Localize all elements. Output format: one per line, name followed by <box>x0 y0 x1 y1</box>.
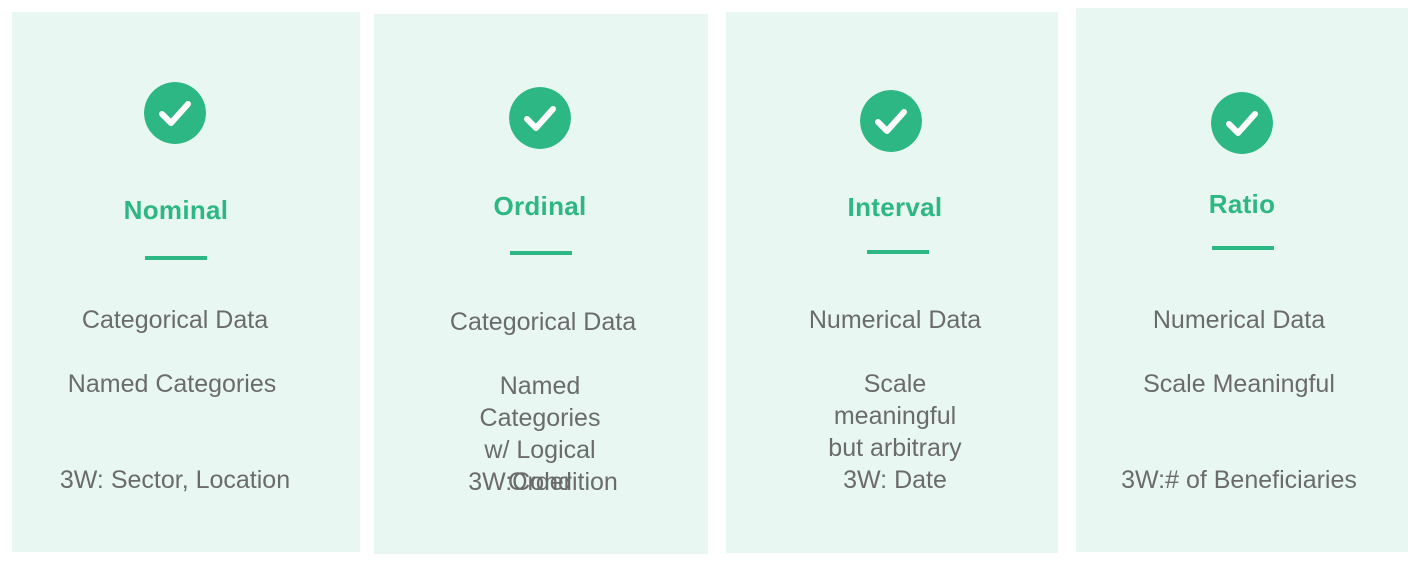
example-label: 3W: Sector, Location <box>59 466 291 494</box>
check-circle-icon <box>1211 92 1273 154</box>
description-label: Named Categories <box>67 370 277 398</box>
card-title: Ordinal <box>493 191 587 221</box>
check-circle-icon <box>509 87 571 149</box>
example-label: 3W:Condition <box>468 468 618 496</box>
card-title: Interval <box>847 192 943 222</box>
card-ordinal: Ordinal Categorical Data Named Categorie… <box>374 14 708 554</box>
data-type-label: Categorical Data <box>449 308 637 336</box>
card-interval: Interval Numerical Data Scale meaningful… <box>726 12 1058 553</box>
description-label: Scale Meaningful <box>1143 370 1335 398</box>
title-divider <box>867 250 929 254</box>
card-nominal: Nominal Categorical Data Named Categorie… <box>12 12 360 552</box>
example-label: 3W: Date <box>843 466 947 494</box>
card-title: Nominal <box>123 195 229 225</box>
data-type-label: Numerical Data <box>1152 306 1326 334</box>
check-circle-icon <box>860 90 922 152</box>
card-title: Ratio <box>1208 189 1276 219</box>
title-divider <box>1212 246 1274 250</box>
title-divider <box>145 256 207 260</box>
title-divider <box>510 251 572 255</box>
data-type-label: Numerical Data <box>808 306 982 334</box>
description-label: Scale meaningful but arbitrary <box>828 370 962 462</box>
check-circle-icon <box>144 82 206 144</box>
data-type-label: Categorical Data <box>81 306 269 334</box>
example-label: 3W:# of Beneficiaries <box>1121 466 1357 494</box>
card-ratio: Ratio Numerical Data Scale Meaningful 3W… <box>1076 8 1408 552</box>
